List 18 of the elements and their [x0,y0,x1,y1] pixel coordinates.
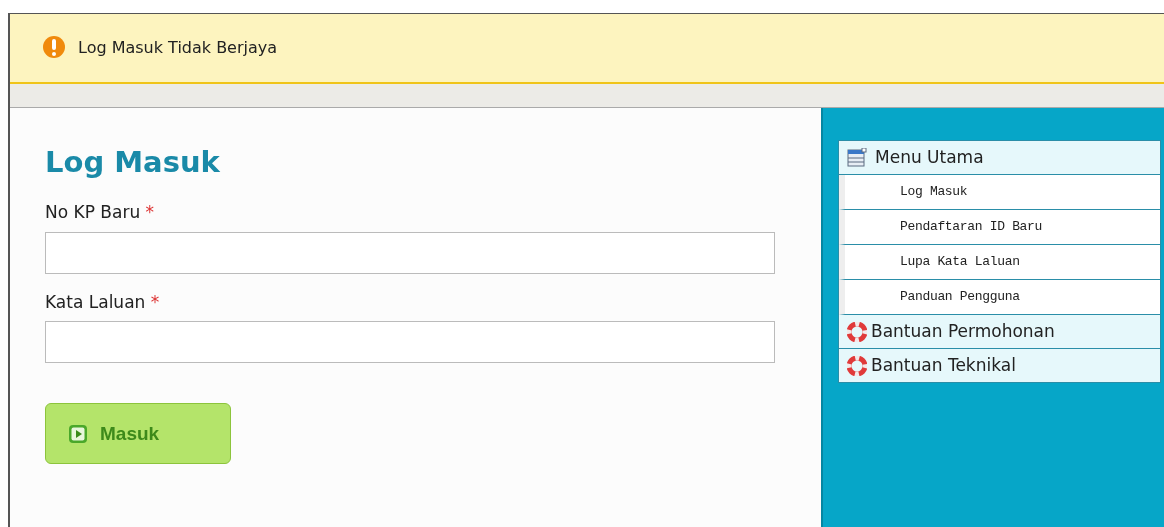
input-field[interactable] [45,321,775,364]
lifebuoy-icon [847,355,867,376]
menu-header[interactable]: Menu Utama [839,141,1160,175]
menu-link[interactable]: Pendaftaran ID Baru [839,210,1160,245]
menu-link[interactable]: Log Masuk [839,175,1160,210]
field-label: No KP Baru * [45,201,156,225]
alert-message: Log Masuk Tidak Berjaya [78,37,278,59]
lifebuoy-icon [847,321,867,342]
menu-help-item[interactable]: Bantuan Teknikal [839,349,1160,383]
page-title: Log Masuk [45,144,221,181]
menu-list-icon [847,147,867,168]
menu-link[interactable]: Panduan Pengguna [839,280,1160,315]
play-icon [68,423,88,444]
menu-link[interactable]: Lupa Kata Laluan [839,245,1160,280]
input-field[interactable] [45,231,775,274]
warning-icon [42,35,66,61]
menu-help-item[interactable]: Bantuan Permohonan [839,315,1160,349]
field-label: Kata Laluan * [45,290,161,314]
